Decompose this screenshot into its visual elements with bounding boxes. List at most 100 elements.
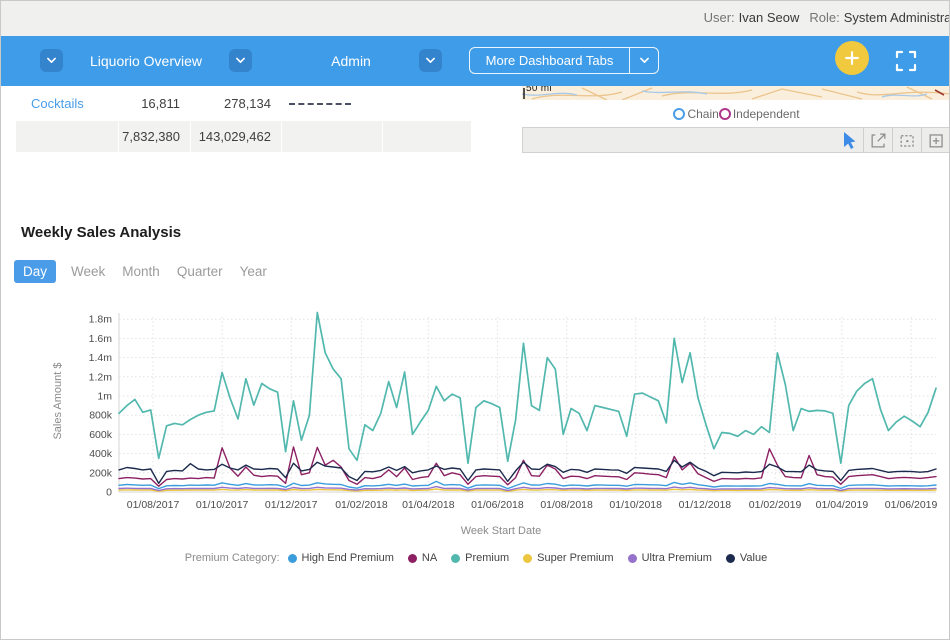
dashboard-tab-bar: Liquorio Overview Admin More Dashboard T… <box>1 36 950 86</box>
table-cell: 278,134 <box>191 88 281 119</box>
map-scale-label: 50 mi <box>526 86 552 94</box>
map-toolbar <box>522 127 950 153</box>
svg-text:01/04/2018: 01/04/2018 <box>402 499 455 511</box>
plus-icon <box>842 48 862 68</box>
more-dashboard-tabs-button[interactable]: More Dashboard Tabs <box>469 47 659 74</box>
table-total-row: 7,832,380 143,029,462 <box>16 121 471 152</box>
svg-text:01/04/2019: 01/04/2019 <box>816 499 869 511</box>
legend-item-na[interactable]: NA <box>408 552 437 564</box>
cocktails-link[interactable]: Cocktails <box>31 96 84 111</box>
table-cell: 16,811 <box>119 88 190 119</box>
table-cell: 7,832,380 <box>119 121 190 152</box>
svg-text:01/10/2017: 01/10/2017 <box>196 499 249 511</box>
pan-tool-icon[interactable] <box>863 128 892 152</box>
period-tabs: Day Week Month Quarter Year <box>14 260 269 283</box>
dashed-sparkline <box>289 103 351 105</box>
section-title: Weekly Sales Analysis <box>21 224 181 241</box>
tab-year[interactable]: Year <box>238 260 269 283</box>
chart-legend: Premium Category: High End Premium NA Prem… <box>1 552 950 564</box>
user-info: User: Ivan Seow Role: System Administrat <box>694 10 950 25</box>
table-cell: 143,029,462 <box>191 121 281 152</box>
zoom-in-tool-icon[interactable] <box>921 128 950 152</box>
tab-month[interactable]: Month <box>120 260 162 283</box>
chevron-down-icon[interactable] <box>229 49 252 72</box>
x-axis-ticks: 01/08/2017 01/10/2017 01/12/2017 01/02/2018… <box>127 317 938 511</box>
legend-dot-icon <box>288 554 297 563</box>
topbar: User: Ivan Seow Role: System Administrat <box>1 1 950 36</box>
map-canvas <box>522 86 950 100</box>
legend-label: Premium <box>465 552 509 564</box>
svg-text:01/08/2018: 01/08/2018 <box>540 499 593 511</box>
table-cell <box>282 121 382 152</box>
fullscreen-icon[interactable] <box>894 49 918 73</box>
svg-text:0: 0 <box>106 487 112 499</box>
svg-text:01/02/2018: 01/02/2018 <box>335 499 388 511</box>
user-label: User: <box>704 10 735 25</box>
legend-label: NA <box>422 552 437 564</box>
svg-text:600k: 600k <box>89 429 113 441</box>
map-legend-label: Independent <box>733 107 800 121</box>
svg-text:01/08/2017: 01/08/2017 <box>127 499 180 511</box>
legend-label: Super Premium <box>537 552 613 564</box>
table-cell <box>383 121 471 152</box>
svg-text:800k: 800k <box>89 410 113 422</box>
series-line-na[interactable] <box>119 447 936 486</box>
svg-text:1.4m: 1.4m <box>89 352 113 364</box>
tab-liquorio-overview[interactable]: Liquorio Overview <box>71 53 221 69</box>
legend-dot-icon <box>726 554 735 563</box>
map[interactable]: 50 mi <box>522 86 950 100</box>
map-legend-label: Chain <box>687 107 718 121</box>
chart-legend-items: High End Premium NA Premium Super Premium Ul… <box>288 552 768 564</box>
chevron-down-icon[interactable] <box>629 48 658 73</box>
table-cell <box>16 121 118 152</box>
legend-label: Ultra Premium <box>642 552 712 564</box>
svg-text:01/12/2017: 01/12/2017 <box>265 499 318 511</box>
legend-item-high-end-premium[interactable]: High End Premium <box>288 552 394 564</box>
dashboard-window: User: Ivan Seow Role: System Administrat Li… <box>0 0 950 640</box>
legend-circle-icon <box>719 108 731 120</box>
tab-quarter[interactable]: Quarter <box>175 260 225 283</box>
sales-line-chart[interactable]: 0200k400k600k800k1m1.2m1.4m1.6m1.8m01/08… <box>1 301 950 551</box>
table-row: Cocktails 16,811 278,134 <box>16 88 471 119</box>
add-button[interactable] <box>835 41 869 75</box>
svg-text:400k: 400k <box>89 448 113 460</box>
x-axis-title: Week Start Date <box>461 525 542 537</box>
svg-text:01/06/2018: 01/06/2018 <box>471 499 524 511</box>
legend-circle-icon <box>673 108 685 120</box>
legend-dot-icon <box>408 554 417 563</box>
svg-text:1.2m: 1.2m <box>89 371 113 383</box>
svg-text:01/10/2018: 01/10/2018 <box>609 499 662 511</box>
legend-label: Value <box>740 552 767 564</box>
legend-dot-icon <box>628 554 637 563</box>
role-name: System Administrat <box>844 10 950 25</box>
summary-table: Cocktails 16,811 278,134 7,832,380 143,0… <box>16 88 471 152</box>
svg-text:01/06/2019: 01/06/2019 <box>885 499 938 511</box>
series-line-premium[interactable] <box>119 313 936 464</box>
map-legend-item-independent[interactable]: Independent <box>719 107 800 121</box>
svg-text:1.8m: 1.8m <box>89 314 113 326</box>
chevron-down-icon[interactable] <box>419 49 442 72</box>
legend-item-super-premium[interactable]: Super Premium <box>523 552 613 564</box>
legend-item-ultra-premium[interactable]: Ultra Premium <box>628 552 712 564</box>
svg-text:1.6m: 1.6m <box>89 333 113 345</box>
role-label: Role: <box>809 10 839 25</box>
chart-legend-title: Premium Category: <box>185 552 280 564</box>
user-name: Ivan Seow <box>739 10 800 25</box>
marquee-zoom-tool-icon[interactable] <box>892 128 921 152</box>
svg-text:1m: 1m <box>97 391 112 403</box>
tab-day[interactable]: Day <box>14 260 56 283</box>
svg-text:01/02/2019: 01/02/2019 <box>749 499 802 511</box>
chevron-down-icon[interactable] <box>40 49 63 72</box>
more-dashboard-tabs-label: More Dashboard Tabs <box>470 48 629 73</box>
legend-dot-icon <box>451 554 460 563</box>
series-line-super-premium[interactable] <box>119 489 936 491</box>
map-roads <box>532 87 950 100</box>
tab-week[interactable]: Week <box>69 260 107 283</box>
tab-admin[interactable]: Admin <box>291 53 411 69</box>
pointer-tool-icon[interactable] <box>835 128 863 152</box>
map-legend: Chain Independent <box>522 105 950 123</box>
legend-item-premium[interactable]: Premium <box>451 552 509 564</box>
legend-item-value[interactable]: Value <box>726 552 767 564</box>
map-legend-item-chain[interactable]: Chain <box>673 107 718 121</box>
legend-dot-icon <box>523 554 532 563</box>
